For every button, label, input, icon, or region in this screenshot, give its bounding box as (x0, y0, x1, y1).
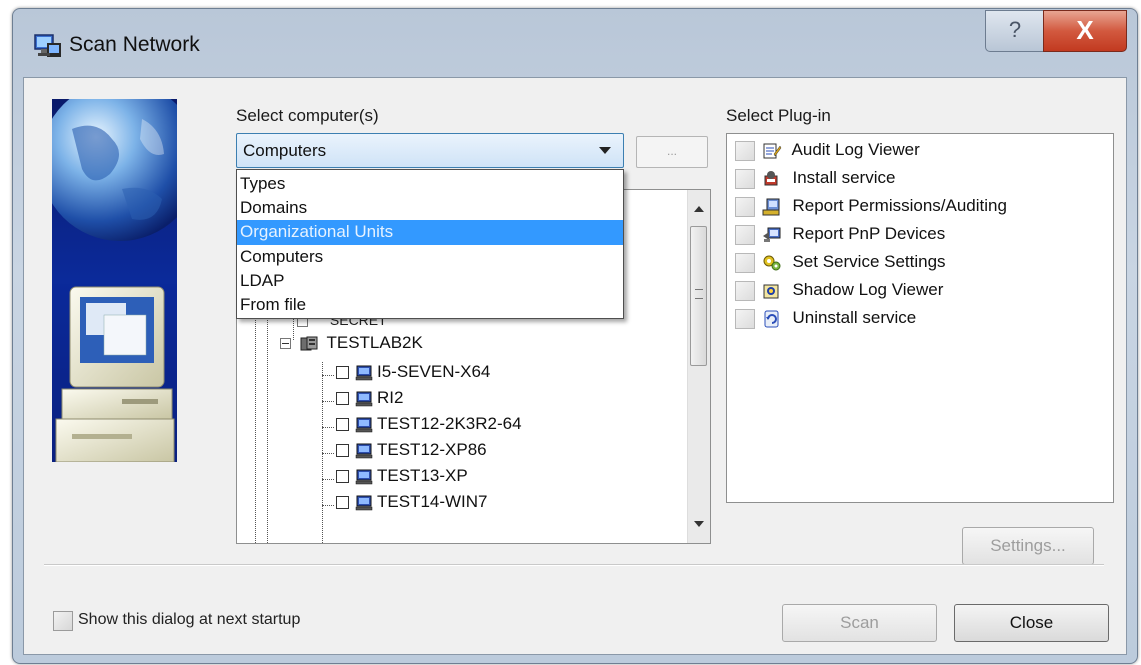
select-computers-label: Select computer(s) (236, 106, 379, 125)
option-from-file[interactable]: From file (237, 293, 623, 318)
computer-icon (355, 495, 373, 510)
computer-name: I5-SEVEN-X64 (377, 362, 491, 381)
computer-checkbox[interactable] (336, 444, 349, 458)
browse-button[interactable]: ... (636, 136, 708, 168)
computer-name: TEST13-XP (377, 466, 468, 485)
option-ldap[interactable]: LDAP (237, 269, 623, 294)
computer-name: TEST14-WIN7 (377, 492, 488, 511)
plugin-label: Set Service Settings (792, 252, 946, 271)
computer-source-dropdown[interactable]: Computers (236, 133, 624, 168)
plugin-checkbox[interactable] (735, 168, 755, 189)
tree-computer-row[interactable]: TEST13-XP (336, 466, 468, 492)
computer-icon (355, 417, 373, 432)
computer-name: TEST12-XP86 (377, 440, 487, 459)
window-title: Scan Network (69, 33, 200, 56)
plugin-label: Audit Log Viewer (791, 140, 920, 159)
tree-line (322, 505, 334, 506)
option-domains[interactable]: Domains (237, 196, 623, 221)
computer-icon (355, 469, 373, 484)
close-button[interactable]: Close (954, 604, 1109, 642)
computer-checkbox[interactable] (336, 366, 349, 380)
computer-source-value: Computers (243, 141, 327, 160)
plugin-item-report-pnp[interactable]: Report PnP Devices (735, 224, 945, 252)
plugin-list[interactable]: Audit Log Viewer Install service Report … (726, 133, 1114, 503)
globe-computer-illustration (52, 99, 177, 462)
plugin-checkbox[interactable] (735, 252, 755, 273)
scroll-thumb[interactable] (690, 226, 707, 366)
option-types[interactable]: Types (237, 172, 623, 197)
tree-computer-row[interactable]: I5-SEVEN-X64 (336, 362, 490, 388)
report-permissions-icon (762, 198, 780, 216)
select-plugin-label: Select Plug-in (726, 106, 831, 125)
scroll-grip-icon (695, 289, 703, 299)
plugin-item-audit-log-viewer[interactable]: Audit Log Viewer (735, 140, 920, 168)
plugin-label: Report PnP Devices (792, 224, 946, 243)
startup-checkbox[interactable] (53, 611, 73, 631)
option-computers[interactable]: Computers (237, 245, 623, 270)
computer-checkbox[interactable] (336, 496, 349, 510)
computer-checkbox[interactable] (336, 392, 349, 406)
computer-icon (355, 365, 373, 380)
uninstall-service-icon (764, 310, 779, 328)
title-bar[interactable]: Scan Network ? X (13, 9, 1137, 77)
option-organizational-units[interactable]: Organizational Units (237, 220, 623, 245)
computer-icon (355, 391, 373, 406)
audit-log-icon (763, 143, 782, 159)
plugin-label: Report Permissions/Auditing (792, 196, 1007, 215)
plugin-checkbox[interactable] (735, 308, 755, 329)
computer-source-options[interactable]: Types Domains Organizational Units Compu… (236, 169, 624, 319)
scroll-up-icon[interactable] (694, 206, 704, 212)
tree-node-group[interactable]: TESTLAB2K (280, 333, 423, 359)
plugin-checkbox[interactable] (735, 196, 755, 217)
startup-checkbox-label[interactable]: Show this dialog at next startup (78, 611, 300, 629)
service-settings-icon (763, 255, 781, 271)
network-scan-icon (34, 34, 61, 57)
computer-name: TEST12-2K3R2-64 (377, 414, 522, 433)
install-service-icon (764, 170, 778, 186)
computer-checkbox[interactable] (336, 470, 349, 484)
plugin-checkbox[interactable] (735, 280, 755, 301)
dropdown-arrow-icon (599, 147, 611, 154)
tree-node-group-label: TESTLAB2K (326, 333, 423, 352)
plugin-checkbox[interactable] (735, 140, 755, 161)
plugin-item-service-settings[interactable]: Set Service Settings (735, 252, 946, 280)
plugin-item-report-permissions[interactable]: Report Permissions/Auditing (735, 196, 1007, 224)
tree-computer-row[interactable]: TEST12-2K3R2-64 (336, 414, 522, 440)
shadow-log-icon (763, 284, 779, 299)
dialog-client-area: Select computer(s) Computers ... SECRET (23, 77, 1127, 655)
computer-checkbox[interactable] (336, 418, 349, 432)
tree-computer-row[interactable]: TEST12-XP86 (336, 440, 487, 466)
computer-icon (355, 443, 373, 458)
plugin-label: Uninstall service (792, 308, 917, 327)
scroll-down-icon[interactable] (694, 521, 704, 527)
tree-line (322, 453, 334, 454)
dialog-window: Scan Network ? X Select computer(s) Comp… (12, 8, 1138, 664)
settings-button[interactable]: Settings... (962, 527, 1094, 565)
help-button[interactable]: ? (985, 10, 1045, 52)
tree-computer-row[interactable]: RI2 (336, 388, 403, 414)
computer-name: RI2 (377, 388, 404, 407)
plugin-item-shadow-log-viewer[interactable]: Shadow Log Viewer (735, 280, 943, 308)
tree-line (322, 427, 334, 428)
plugin-item-uninstall-service[interactable]: Uninstall service (735, 308, 916, 336)
tree-line (322, 401, 334, 402)
tree-scrollbar[interactable] (687, 190, 710, 543)
footer-separator (44, 564, 1104, 566)
tree-line (322, 375, 334, 376)
plugin-label: Install service (792, 168, 896, 187)
plugin-item-install-service[interactable]: Install service (735, 168, 895, 196)
window-close-button[interactable]: X (1043, 10, 1127, 52)
report-pnp-icon (762, 227, 781, 242)
scan-button[interactable]: Scan (782, 604, 937, 642)
collapse-toggle-icon[interactable] (280, 338, 291, 350)
plugin-label: Shadow Log Viewer (792, 280, 944, 299)
plugin-checkbox[interactable] (735, 224, 755, 245)
domain-group-icon (300, 336, 318, 351)
tree-computer-row[interactable]: TEST14-WIN7 (336, 492, 488, 518)
tree-line (322, 479, 334, 480)
banner-image (52, 99, 177, 462)
